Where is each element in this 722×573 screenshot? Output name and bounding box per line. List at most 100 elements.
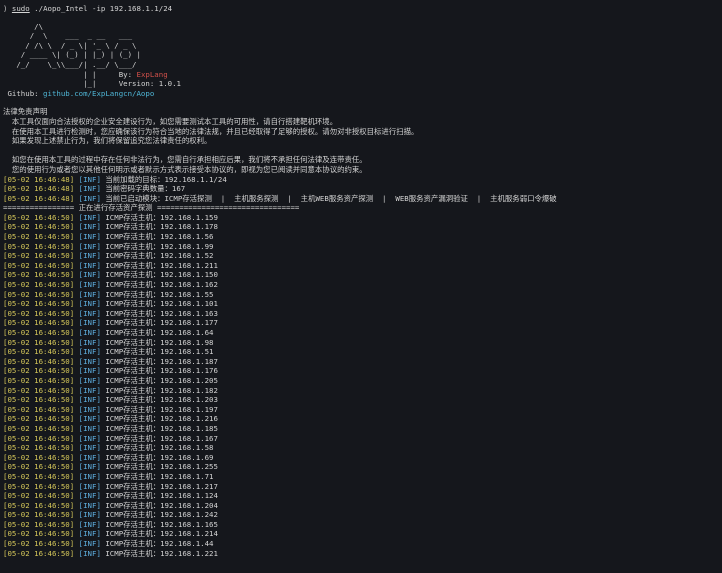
log-level-tag: [INF]	[78, 184, 101, 194]
log-message: 当前加载的目标：192.168.1.1/24	[100, 174, 227, 184]
log-message: ICMP存活主机：192.168.1.162	[100, 280, 218, 290]
log-timestamp: [05-02 16:46:50]	[3, 529, 75, 539]
log-level-tag: [INF]	[78, 462, 101, 472]
log-line: [05-02 16:46:50] [INF] ICMP存活主机：192.168.…	[3, 529, 722, 539]
log-timestamp: [05-02 16:46:50]	[3, 280, 75, 290]
log-message: ICMP存活主机：192.168.1.55	[100, 289, 214, 299]
log-timestamp: [05-02 16:46:50]	[3, 462, 75, 472]
disclaimer-title: 法律免责声明	[3, 107, 48, 117]
log-line: [05-02 16:46:48] [INF] 当前加载的目标：192.168.1…	[3, 175, 722, 185]
log-timestamp: [05-02 16:46:50]	[3, 375, 75, 385]
scan-separator: ================ 正在进行存活资产探测 ============…	[3, 203, 300, 213]
log-line: [05-02 16:46:50] [INF] ICMP存活主机：192.168.…	[3, 376, 722, 386]
log-line: [05-02 16:46:50] [INF] ICMP存活主机：192.168.…	[3, 290, 722, 300]
log-timestamp: [05-02 16:46:50]	[3, 395, 75, 405]
log-message: ICMP存活主机：192.168.1.216	[100, 414, 218, 424]
scan-log: [05-02 16:46:50] [INF] ICMP存活主机：192.168.…	[3, 213, 722, 558]
disclaimer-line: 在使用本工具进行检测时，您应确保该行为符合当地的法律法规，并且已经取得了足够的授…	[3, 126, 419, 136]
log-message: ICMP存活主机：192.168.1.58	[100, 443, 214, 453]
log-level-tag: [INF]	[78, 443, 101, 453]
log-level-tag: [INF]	[78, 395, 101, 405]
log-level-tag: [INF]	[78, 174, 101, 184]
log-level-tag: [INF]	[78, 289, 101, 299]
log-timestamp: [05-02 16:46:50]	[3, 443, 75, 453]
log-line: [05-02 16:46:50] [INF] ICMP存活主机：192.168.…	[3, 251, 722, 261]
log-message: ICMP存活主机：192.168.1.71	[100, 471, 214, 481]
log-timestamp: [05-02 16:46:50]	[3, 270, 75, 280]
log-timestamp: [05-02 16:46:48]	[3, 174, 75, 184]
log-line: [05-02 16:46:50] [INF] ICMP存活主机：192.168.…	[3, 386, 722, 396]
log-message: ICMP存活主机：192.168.1.203	[100, 395, 218, 405]
log-timestamp: [05-02 16:46:50]	[3, 548, 75, 558]
github-link[interactable]: github.com/ExpLangcn/Aopo	[43, 89, 154, 98]
log-line: [05-02 16:46:50] [INF] ICMP存活主机：192.168.…	[3, 357, 722, 367]
info-log: [05-02 16:46:48] [INF] 当前加载的目标：192.168.1…	[3, 175, 722, 204]
log-timestamp: [05-02 16:46:50]	[3, 423, 75, 433]
log-level-tag: [INF]	[78, 270, 101, 280]
log-level-tag: [INF]	[78, 500, 101, 510]
log-level-tag: [INF]	[78, 193, 101, 203]
terminal-window[interactable]: ⟩ sudo ./Aopo_Intel -ip 192.168.1.1/24 /…	[0, 0, 722, 573]
log-message: ICMP存活主机：192.168.1.197	[100, 404, 218, 414]
log-message: ICMP存活主机：192.168.1.217	[100, 481, 218, 491]
log-message: ICMP存活主机：192.168.1.124	[100, 491, 218, 501]
log-line: [05-02 16:46:50] [INF] ICMP存活主机：192.168.…	[3, 213, 722, 223]
log-level-tag: [INF]	[78, 347, 101, 357]
log-level-tag: [INF]	[78, 375, 101, 385]
log-message: ICMP存活主机：192.168.1.167	[100, 433, 218, 443]
log-level-tag: [INF]	[78, 318, 101, 328]
banner-version-line: |_| Version: 1.0.1	[3, 79, 722, 89]
log-level-tag: [INF]	[78, 299, 101, 309]
log-message: ICMP存活主机：192.168.1.177	[100, 318, 218, 328]
log-timestamp: [05-02 16:46:50]	[3, 471, 75, 481]
disclaimer-line: 本工具仅面向合法授权的企业安全建设行为，如您需要测试本工具的可用性，请自行搭建靶…	[3, 116, 338, 126]
log-level-tag: [INF]	[78, 510, 101, 520]
disclaimer-block: 法律免责声明 本工具仅面向合法授权的企业安全建设行为，如您需要测试本工具的可用性…	[3, 107, 722, 174]
banner-line: / /\ \ / _ \| '_ \ / _ \	[3, 40, 137, 50]
log-message: ICMP存活主机：192.168.1.56	[100, 232, 214, 242]
log-line: [05-02 16:46:50] [INF] ICMP存活主机：192.168.…	[3, 280, 722, 290]
log-message: ICMP存活主机：192.168.1.98	[100, 337, 214, 347]
log-message: ICMP存活主机：192.168.1.214	[100, 529, 218, 539]
log-message: ICMP存活主机：192.168.1.185	[100, 423, 218, 433]
log-timestamp: [05-02 16:46:50]	[3, 500, 75, 510]
log-message: ICMP存活主机：192.168.1.52	[100, 251, 214, 261]
log-line: [05-02 16:46:50] [INF] ICMP存活主机：192.168.…	[3, 443, 722, 453]
log-level-tag: [INF]	[78, 260, 101, 270]
log-timestamp: [05-02 16:46:50]	[3, 232, 75, 242]
github-label: Github:	[3, 88, 44, 98]
log-timestamp: [05-02 16:46:50]	[3, 385, 75, 395]
log-message: ICMP存活主机：192.168.1.255	[100, 462, 218, 472]
github-line: Github: github.com/ExpLangcn/Aopo	[3, 89, 722, 99]
log-timestamp: [05-02 16:46:48]	[3, 193, 75, 203]
log-line: [05-02 16:46:50] [INF] ICMP存活主机：192.168.…	[3, 366, 722, 376]
log-message: ICMP存活主机：192.168.1.165	[100, 519, 218, 529]
log-message: ICMP存活主机：192.168.1.242	[100, 510, 218, 520]
log-timestamp: [05-02 16:46:50]	[3, 241, 75, 251]
log-line: [05-02 16:46:50] [INF] ICMP存活主机：192.168.…	[3, 395, 722, 405]
log-timestamp: [05-02 16:46:48]	[3, 184, 75, 194]
log-level-tag: [INF]	[78, 222, 101, 232]
log-timestamp: [05-02 16:46:50]	[3, 260, 75, 270]
log-level-tag: [INF]	[78, 414, 101, 424]
log-line: [05-02 16:46:50] [INF] ICMP存活主机：192.168.…	[3, 414, 722, 424]
log-timestamp: [05-02 16:46:50]	[3, 299, 75, 309]
log-level-tag: [INF]	[78, 232, 101, 242]
log-line: [05-02 16:46:50] [INF] ICMP存活主机：192.168.…	[3, 539, 722, 549]
log-level-tag: [INF]	[78, 491, 101, 501]
log-line: [05-02 16:46:50] [INF] ICMP存活主机：192.168.…	[3, 491, 722, 501]
log-message: ICMP存活主机：192.168.1.176	[100, 366, 218, 376]
log-level-tag: [INF]	[78, 251, 101, 261]
log-line: [05-02 16:46:50] [INF] ICMP存活主机：192.168.…	[3, 299, 722, 309]
log-line: [05-02 16:46:50] [INF] ICMP存活主机：192.168.…	[3, 453, 722, 463]
log-timestamp: [05-02 16:46:50]	[3, 519, 75, 529]
log-timestamp: [05-02 16:46:50]	[3, 414, 75, 424]
log-line: [05-02 16:46:50] [INF] ICMP存活主机：192.168.…	[3, 328, 722, 338]
log-timestamp: [05-02 16:46:50]	[3, 481, 75, 491]
log-timestamp: [05-02 16:46:50]	[3, 251, 75, 261]
log-line: [05-02 16:46:50] [INF] ICMP存活主机：192.168.…	[3, 347, 722, 357]
log-timestamp: [05-02 16:46:50]	[3, 308, 75, 318]
log-message: ICMP存活主机：192.168.1.163	[100, 308, 218, 318]
log-timestamp: [05-02 16:46:50]	[3, 404, 75, 414]
disclaimer-line: 如您在使用本工具的过程中存在任何非法行为，您需自行承担相应后果，我们将不承担任何…	[3, 155, 367, 165]
